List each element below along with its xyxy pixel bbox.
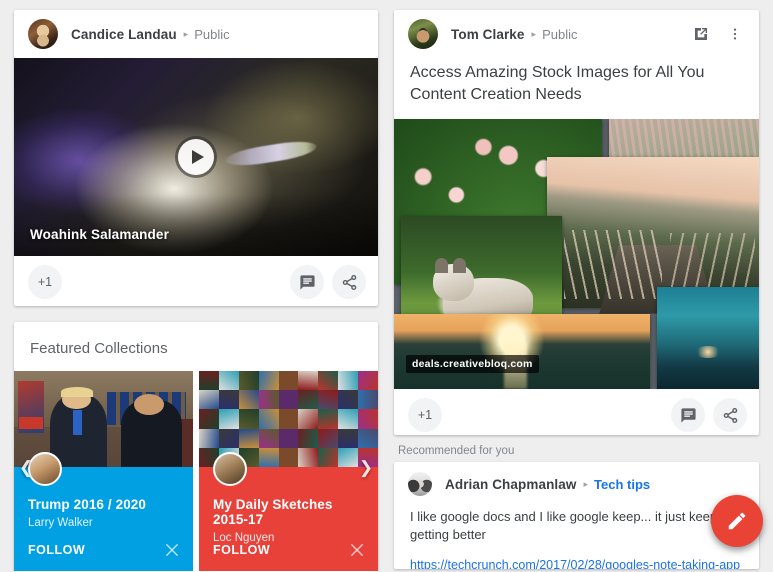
open-in-new-icon[interactable] — [687, 20, 715, 48]
comment-icon[interactable] — [290, 265, 324, 299]
page-root: Candice Landau ▸ Public Woahink Salamand… — [0, 0, 773, 572]
close-icon[interactable] — [348, 541, 366, 559]
avatar[interactable] — [408, 472, 432, 496]
recommended-post-body: I like google docs and I like google kee… — [410, 509, 724, 543]
collection-name: My Daily Sketches 2015-17 — [213, 497, 333, 527]
recommended-section-label: Recommended for you — [398, 445, 515, 457]
post-header: Tom Clarke ▸ Public — [394, 10, 759, 58]
video-gradient-overlay — [14, 194, 378, 256]
collection-info: My Daily Sketches 2015-17 Loc Nguyen FOL… — [199, 452, 378, 571]
collage-photo-boardwalk — [547, 156, 759, 313]
collection-card[interactable]: My Daily Sketches 2015-17 Loc Nguyen FOL… — [199, 371, 378, 571]
avatar[interactable] — [408, 19, 438, 49]
chevron-left-icon[interactable]: ❮ — [16, 457, 36, 477]
follow-button[interactable]: FOLLOW — [213, 543, 270, 557]
post-header: Adrian Chapmanlaw ▸ Tech tips — [394, 462, 759, 506]
play-icon[interactable] — [178, 139, 214, 175]
collection-info: Trump 2016 / 2020 Larry Walker FOLLOW — [14, 452, 193, 571]
breadcrumb-separator: ▸ — [583, 478, 589, 489]
community-link[interactable]: Tech tips — [594, 477, 650, 492]
comment-icon[interactable] — [671, 398, 705, 433]
recommended-post-link[interactable]: https://techcrunch.com/2017/02/28/google… — [394, 544, 759, 569]
post-title[interactable]: Access Amazing Stock Images for All You … — [394, 58, 759, 119]
post-audience[interactable]: Public — [194, 27, 229, 42]
post-author-name[interactable]: Tom Clarke — [451, 27, 525, 42]
featured-collections-title: Featured Collections — [30, 340, 168, 357]
post-header: Candice Landau ▸ Public — [14, 10, 378, 58]
plus-one-button[interactable]: +1 — [28, 265, 62, 299]
post-header-actions — [687, 10, 749, 58]
post-action-bar: +1 — [394, 389, 759, 435]
featured-collections-card: Featured Collections ❮ ❯ Trump 2016 / 20… — [14, 322, 378, 572]
more-vert-icon[interactable] — [721, 20, 749, 48]
plus-one-button[interactable]: +1 — [408, 398, 442, 433]
recommended-post-card: Adrian Chapmanlaw ▸ Tech tips I like goo… — [394, 462, 759, 569]
share-icon[interactable] — [332, 265, 366, 299]
post-action-right-group — [290, 265, 366, 299]
follow-button[interactable]: FOLLOW — [28, 543, 85, 557]
pencil-icon — [728, 512, 746, 530]
collection-owner-avatar — [213, 452, 247, 486]
collection-name: Trump 2016 / 2020 — [28, 497, 147, 512]
video-post-card: Candice Landau ▸ Public Woahink Salamand… — [14, 10, 378, 306]
link-preview-image[interactable]: deals.creativebloq.com — [394, 119, 759, 390]
video-thumbnail[interactable]: Woahink Salamander — [14, 58, 378, 256]
link-domain-chip: deals.creativebloq.com — [406, 355, 539, 374]
link-post-card: Tom Clarke ▸ Public Access Amazing Stock… — [394, 10, 759, 435]
video-title: Woahink Salamander — [30, 227, 169, 242]
chevron-right-icon[interactable]: ❯ — [356, 457, 376, 477]
collection-owner: Larry Walker — [28, 517, 93, 529]
post-action-right-group — [671, 398, 747, 433]
collection-card[interactable]: Trump 2016 / 2020 Larry Walker FOLLOW — [14, 371, 193, 571]
post-action-bar: +1 — [14, 256, 378, 306]
share-icon[interactable] — [713, 398, 747, 433]
breadcrumb-separator: ▸ — [531, 28, 537, 39]
collage-photo-teal-sky — [656, 286, 759, 390]
breadcrumb-separator: ▸ — [183, 28, 189, 39]
post-author-name[interactable]: Candice Landau — [71, 27, 177, 42]
avatar[interactable] — [28, 19, 58, 49]
post-author-name[interactable]: Adrian Chapmanlaw — [445, 477, 576, 492]
close-icon[interactable] — [163, 541, 181, 559]
compose-fab-button[interactable] — [711, 495, 763, 547]
collections-carousel: ❮ ❯ Trump 2016 / 2020 Larry Walker FOLLO… — [14, 371, 378, 571]
collage-photo-sunset — [394, 313, 650, 390]
post-audience[interactable]: Public — [542, 27, 577, 42]
